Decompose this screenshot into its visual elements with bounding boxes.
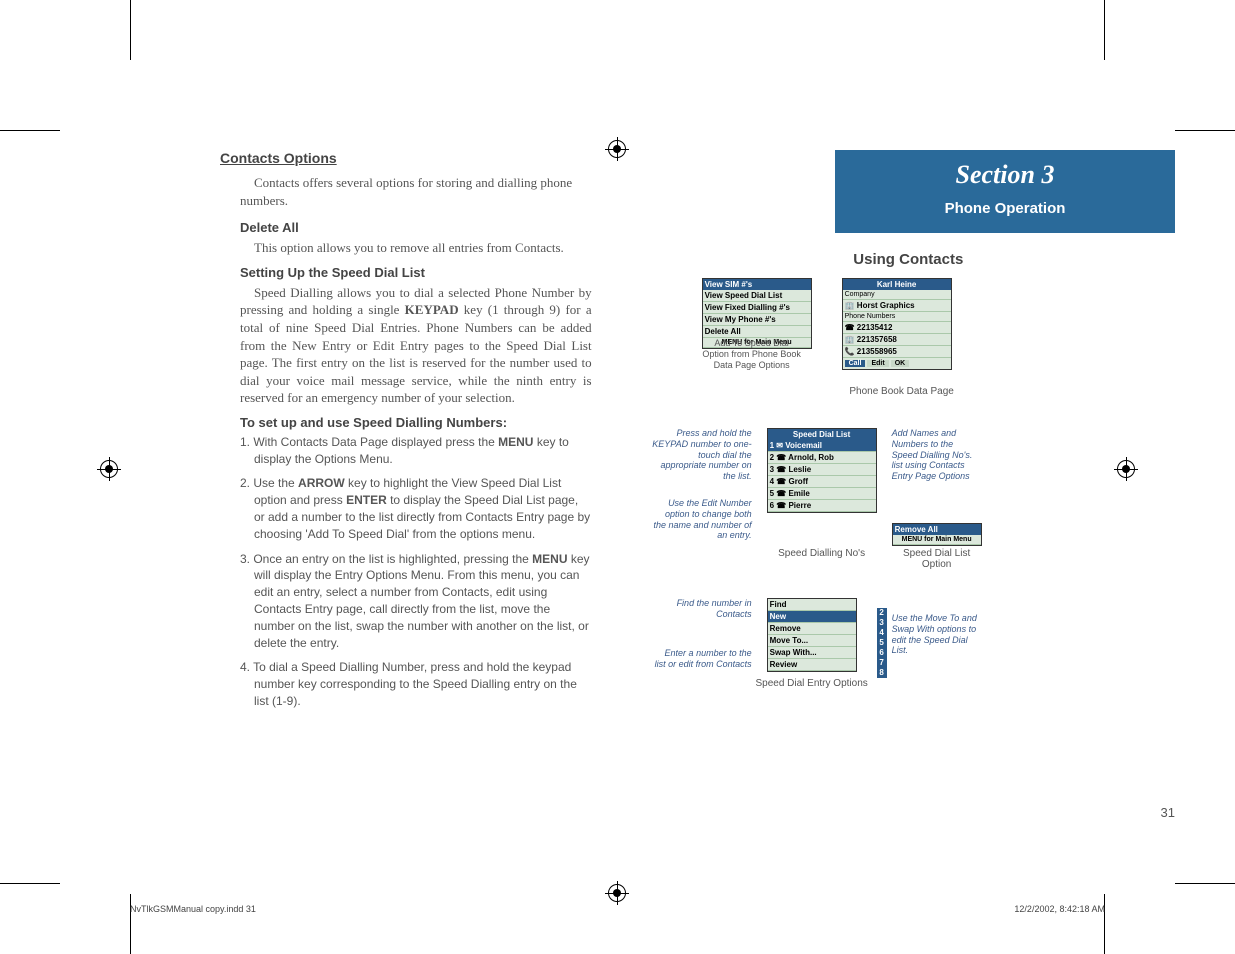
call-button[interactable]: Call — [845, 360, 866, 367]
fig2-note-right: Add Names and Numbers to the Speed Diall… — [892, 428, 982, 482]
fig3-note-left-top: Find the number in Contacts — [652, 598, 752, 620]
ok-button[interactable]: OK — [891, 360, 910, 367]
setup-heading: Setting Up the Speed Dial List — [240, 265, 592, 280]
contacts-options-heading: Contacts Options — [220, 150, 592, 166]
intro-text: Contacts offers several options for stor… — [240, 174, 592, 210]
using-contacts-heading: Using Contacts — [642, 251, 1175, 268]
print-footer: NvTlkGSMManual copy.indd 31 12/2/2002, 8… — [130, 904, 1105, 914]
fig2-note-left-top: Press and hold the KEYPAD number to one-… — [652, 428, 752, 482]
fig2-caption-right: Speed Dial List Option — [892, 548, 982, 570]
edit-button[interactable]: Edit — [867, 360, 888, 367]
phone-book-data-screen: Karl Heine Company 🏢 Horst Graphics Phon… — [842, 278, 952, 370]
delete-all-heading: Delete All — [240, 220, 592, 235]
footer-timestamp: 12/2/2002, 8:42:18 AM — [1014, 904, 1105, 914]
speed-dial-list-screen: Speed Dial List 1 ✉ Voicemail 2 ☎ Arnold… — [767, 428, 877, 513]
right-page: Section 3 Phone Operation Using Contacts… — [642, 150, 1175, 790]
left-page: Contacts Options Contacts offers several… — [60, 150, 602, 790]
fig3-note-right: Use the Move To and Swap With options to… — [892, 613, 982, 656]
setup-text: Speed Dialling allows you to dial a sele… — [240, 284, 592, 407]
section-title: Section 3 — [835, 160, 1175, 190]
steps-list: 1. With Contacts Data Page displayed pre… — [240, 434, 592, 710]
fig3-note-left-bottom: Enter a number to the list or edit from … — [652, 648, 752, 670]
fig2-note-left-bottom: Use the Edit Number option to change bot… — [652, 498, 752, 541]
figure-2: Press and hold the KEYPAD number to one-… — [652, 428, 1165, 588]
footer-filename: NvTlkGSMManual copy.indd 31 — [130, 904, 256, 914]
step-4: 4. To dial a Speed Dialling Number, pres… — [240, 659, 592, 709]
keypad-column: 2 3 4 5 6 7 8 — [877, 608, 887, 678]
fig1-caption: Phone Book Data Page — [822, 386, 982, 397]
section-subtitle: Phone Operation — [835, 200, 1175, 217]
step-1: 1. With Contacts Data Page displayed pre… — [240, 434, 592, 468]
step-2: 2. Use the ARROW key to highlight the Vi… — [240, 475, 592, 542]
figure-1: View SIM #'s View Speed Dial List View F… — [702, 278, 1115, 398]
fig1-left-caption: Add To Speed Dial Option from Phone Book… — [702, 338, 802, 370]
section-banner: Section 3 Phone Operation — [835, 150, 1175, 233]
speed-dial-option-screen: Remove All MENU for Main Menu — [892, 523, 982, 546]
step-3: 3. Once an entry on the list is highligh… — [240, 551, 592, 652]
figure-3: Find the number in Contacts Enter a numb… — [652, 598, 1165, 718]
speed-dial-entry-options-screen: Find New Remove Move To... Swap With... … — [767, 598, 857, 672]
delete-all-text: This option allows you to remove all ent… — [240, 239, 592, 257]
fig2-caption-left: Speed Dialling No's — [762, 548, 882, 559]
fig3-caption: Speed Dial Entry Options — [747, 678, 877, 689]
page-number: 31 — [1161, 805, 1175, 820]
use-heading: To set up and use Speed Dialling Numbers… — [240, 415, 592, 430]
